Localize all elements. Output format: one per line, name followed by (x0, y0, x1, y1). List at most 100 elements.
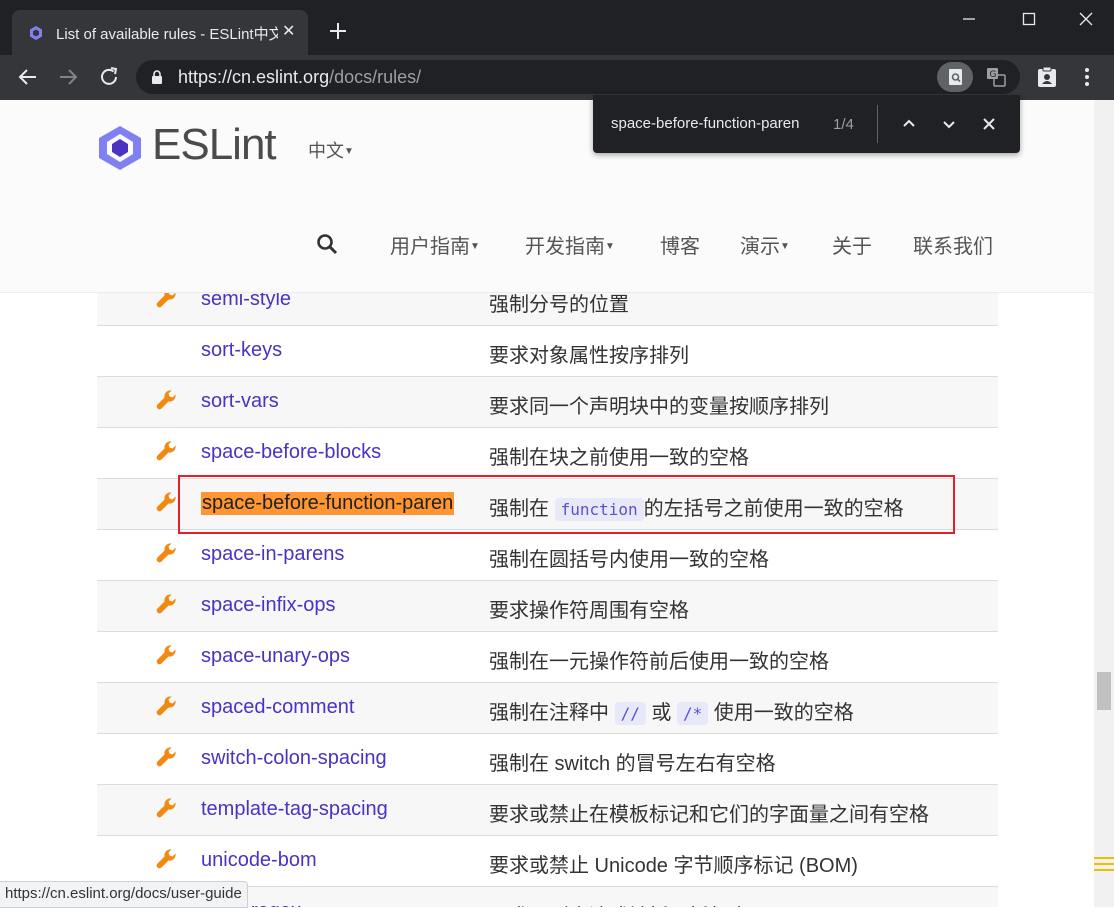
find-match-count: 1/4 (833, 116, 854, 133)
tab-close-icon[interactable]: ✕ (282, 21, 295, 41)
search-icon[interactable] (315, 232, 339, 256)
rule-link[interactable]: space-infix-ops (201, 594, 336, 617)
nav-blog[interactable]: 博客 (660, 230, 700, 259)
language-dropdown[interactable]: 中文▼ (308, 137, 354, 163)
find-match-marker (1094, 857, 1114, 859)
nav-label: 演示 (740, 236, 780, 258)
rule-link[interactable]: sort-vars (201, 390, 279, 413)
table-row: space-infix-ops 要求操作符周围有空格 (97, 580, 998, 631)
rule-description: 强制在一元操作符前后使用一致的空格 (489, 651, 829, 673)
wrench-fixable-icon (156, 594, 176, 614)
find-next-icon[interactable] (937, 112, 961, 136)
find-input[interactable]: space-before-function-paren (611, 115, 811, 132)
rule-link[interactable]: space-unary-ops (201, 645, 350, 668)
url-text[interactable]: https://cn.eslint.org/docs/rules/ (178, 67, 421, 88)
forward-icon[interactable] (56, 65, 80, 89)
table-row: template-tag-spacing 要求或禁止在模板标记和它们的字面量之间有… (97, 784, 998, 835)
nav-about[interactable]: 关于 (832, 230, 872, 259)
table-row: space-in-parens 强制在圆括号内使用一致的空格 (97, 529, 998, 580)
nav-developer-guide[interactable]: 开发指南▼ (525, 230, 615, 259)
eslint-logo-icon[interactable] (96, 125, 144, 171)
table-row: spaced-comment 强制在注释中 // 或 /* 使用一致的空格 (97, 682, 998, 733)
tab-title: List of available rules - ESLint中文 (56, 26, 278, 43)
find-divider (877, 105, 878, 143)
chevron-down-icon: ▼ (470, 241, 480, 252)
nav-demo[interactable]: 演示▼ (740, 230, 790, 259)
chevron-down-icon: ▼ (344, 146, 354, 157)
nav-label: 关于 (832, 236, 872, 258)
maximize-icon[interactable] (1017, 8, 1041, 30)
rule-description: 强制在块之前使用一致的空格 (489, 447, 749, 469)
nav-label: 开发指南 (525, 236, 605, 258)
desc-text: 强制在注释中 (489, 702, 609, 724)
table-row: unicode-bom 要求或禁止 Unicode 字节顺序标记 (BOM) (97, 835, 998, 886)
desc-text: 或 (651, 702, 672, 724)
chevron-down-icon: ▼ (780, 241, 790, 252)
wrench-fixable-icon (156, 747, 176, 767)
close-window-icon[interactable] (1074, 8, 1098, 30)
nav-label: 博客 (660, 236, 700, 258)
url-path: /docs/rules/ (329, 67, 422, 87)
table-row: switch-colon-spacing 强制在 switch 的冒号左右有空格 (97, 733, 998, 784)
rule-description: 强制在 switch 的冒号左右有空格 (489, 753, 776, 775)
rule-link[interactable]: sort-keys (201, 339, 282, 362)
url-host: https://cn.eslint.org (178, 67, 330, 87)
wrench-fixable-icon (156, 543, 176, 563)
find-previous-icon[interactable] (897, 112, 921, 136)
eslint-favicon-icon (30, 26, 42, 40)
find-match-marker (1094, 863, 1114, 865)
translate-icon[interactable]: G (984, 65, 1008, 89)
scrollbar-thumb[interactable] (1097, 672, 1111, 710)
minimize-icon[interactable] (957, 8, 981, 30)
nav-contact[interactable]: 联系我们 (913, 230, 993, 259)
rule-link[interactable]: switch-colon-spacing (201, 747, 387, 770)
table-row: sort-vars 要求同一个声明块中的变量按顺序排列 (97, 376, 998, 427)
wrench-fixable-icon (156, 696, 176, 716)
rule-link[interactable]: template-tag-spacing (201, 798, 388, 821)
rule-description: 要求正则表达式被括号括起来 (489, 900, 749, 907)
back-icon[interactable] (16, 65, 40, 89)
rule-description: 要求同一个声明块中的变量按顺序排列 (489, 396, 829, 418)
table-row: space-unary-ops 强制在一元操作符前后使用一致的空格 (97, 631, 998, 682)
rule-link[interactable]: space-in-parens (201, 543, 344, 566)
nav-label: 用户指南 (390, 236, 470, 258)
address-bar[interactable]: https://cn.eslint.org/docs/rules/ G (136, 60, 1020, 94)
wrench-fixable-icon (156, 390, 176, 410)
link-status-bubble: https://cn.eslint.org/docs/user-guide (0, 881, 248, 908)
reload-icon[interactable] (97, 65, 121, 89)
browser-toolbar: https://cn.eslint.org/docs/rules/ G (0, 55, 1114, 100)
rule-description: 要求对象属性按序排列 (489, 345, 689, 367)
menu-kebab-icon[interactable] (1075, 65, 1099, 89)
find-in-page-icon (949, 69, 962, 85)
profile-clipboard-icon[interactable] (1035, 65, 1059, 89)
language-label: 中文 (308, 141, 344, 161)
rule-link[interactable]: spaced-comment (201, 696, 354, 719)
page-scrollbar[interactable] (1094, 100, 1114, 907)
nav-user-guide[interactable]: 用户指南▼ (390, 230, 480, 259)
find-match-marker (1094, 869, 1114, 871)
rule-description: 要求或禁止 Unicode 字节顺序标记 (BOM) (489, 855, 858, 877)
new-tab-icon[interactable] (325, 18, 351, 44)
rule-description: 要求或禁止在模板标记和它们的字面量之间有空格 (489, 804, 929, 826)
wrench-fixable-icon (156, 492, 176, 512)
rule-description: 强制在注释中 // 或 /* 使用一致的空格 (489, 696, 854, 725)
chevron-down-icon: ▼ (605, 241, 615, 252)
lock-icon[interactable] (150, 70, 164, 84)
wrench-fixable-icon (156, 441, 176, 461)
site-logo-text[interactable]: ESLint (152, 120, 277, 170)
rule-link[interactable]: unicode-bom (201, 849, 317, 872)
desc-text: 使用一致的空格 (713, 702, 854, 724)
browser-tab[interactable]: List of available rules - ESLint中文 ✕ (12, 10, 308, 55)
find-close-icon[interactable] (977, 112, 1001, 136)
table-row: sort-keys 要求对象属性按序排列 (97, 325, 998, 376)
rule-description: 强制在圆括号内使用一致的空格 (489, 549, 769, 571)
find-in-page-button[interactable] (937, 62, 973, 92)
wrench-fixable-icon (156, 849, 176, 869)
rule-link[interactable]: space-before-blocks (201, 441, 381, 464)
nav-label: 联系我们 (913, 236, 993, 258)
svg-text:G: G (990, 70, 997, 80)
annotation-highlight-box (178, 475, 955, 534)
table-row: space-before-blocks 强制在块之前使用一致的空格 (97, 427, 998, 478)
browser-tab-strip: List of available rules - ESLint中文 ✕ (0, 0, 1114, 55)
wrench-fixable-icon (156, 798, 176, 818)
